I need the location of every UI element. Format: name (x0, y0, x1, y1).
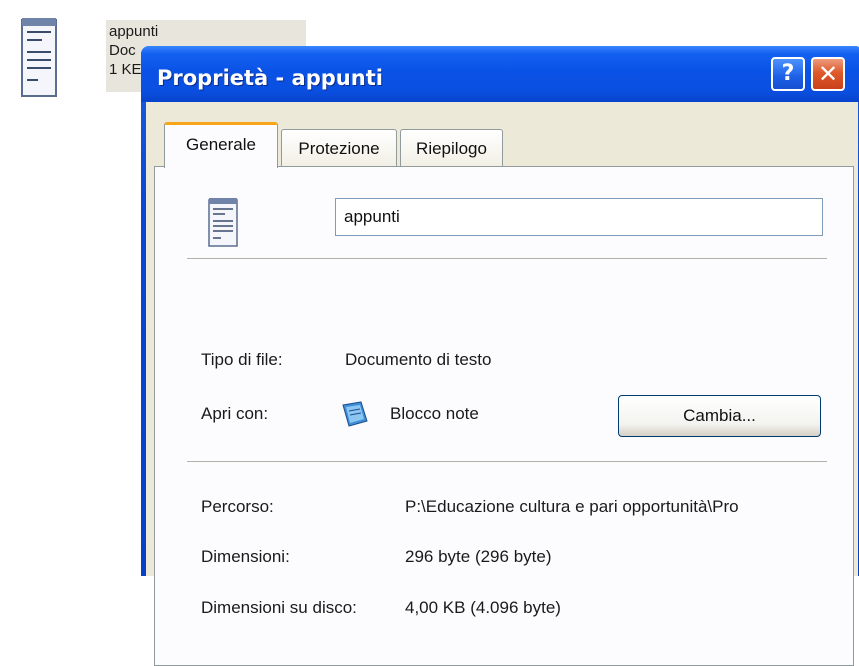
path-label: Percorso: (201, 497, 274, 516)
general-tab-panel: Tipo di file: Documento di testo Apri co… (154, 166, 854, 666)
dialog-client-area: Generale Protezione Riepilogo Tipo di fi… (146, 102, 858, 666)
change-button[interactable]: Cambia... (618, 395, 821, 437)
file-type-value: Documento di testo (345, 350, 492, 369)
tab-riepilogo[interactable]: Riepilogo (400, 129, 503, 167)
desktop-file-type: Doc (109, 42, 136, 59)
help-button[interactable]: ? (771, 57, 805, 91)
properties-window: Proprietà - appunti ? ✕ Generale Protezi… (141, 46, 859, 666)
tab-generale[interactable]: Generale (164, 122, 278, 168)
open-with-value: Blocco note (390, 404, 479, 423)
text-document-icon (208, 198, 238, 247)
file-name-input[interactable] (335, 198, 823, 236)
notepad-document-icon (21, 18, 57, 97)
close-button[interactable]: ✕ (811, 57, 845, 91)
separator (187, 258, 827, 259)
desktop-file-name: appunti (109, 23, 159, 40)
size-value: 296 byte (296 byte) (405, 547, 552, 566)
disk-size-value: 4,00 KB (4.096 byte) (405, 598, 561, 617)
desktop-file-size: 1 KE (109, 61, 142, 78)
window-title: Proprietà - appunti (157, 66, 383, 90)
separator (187, 461, 827, 462)
help-icon: ? (781, 61, 795, 86)
notepad-app-icon (342, 401, 368, 427)
title-bar[interactable]: Proprietà - appunti ? ✕ (141, 46, 859, 102)
close-icon: ✕ (817, 60, 839, 88)
tab-protezione[interactable]: Protezione (281, 129, 397, 167)
file-type-label: Tipo di file: (201, 350, 283, 369)
path-value: P:\Educazione cultura e pari opportunità… (405, 497, 739, 516)
open-with-label: Apri con: (201, 404, 269, 423)
size-label: Dimensioni: (201, 547, 290, 566)
disk-size-label: Dimensioni su disco: (201, 598, 357, 617)
